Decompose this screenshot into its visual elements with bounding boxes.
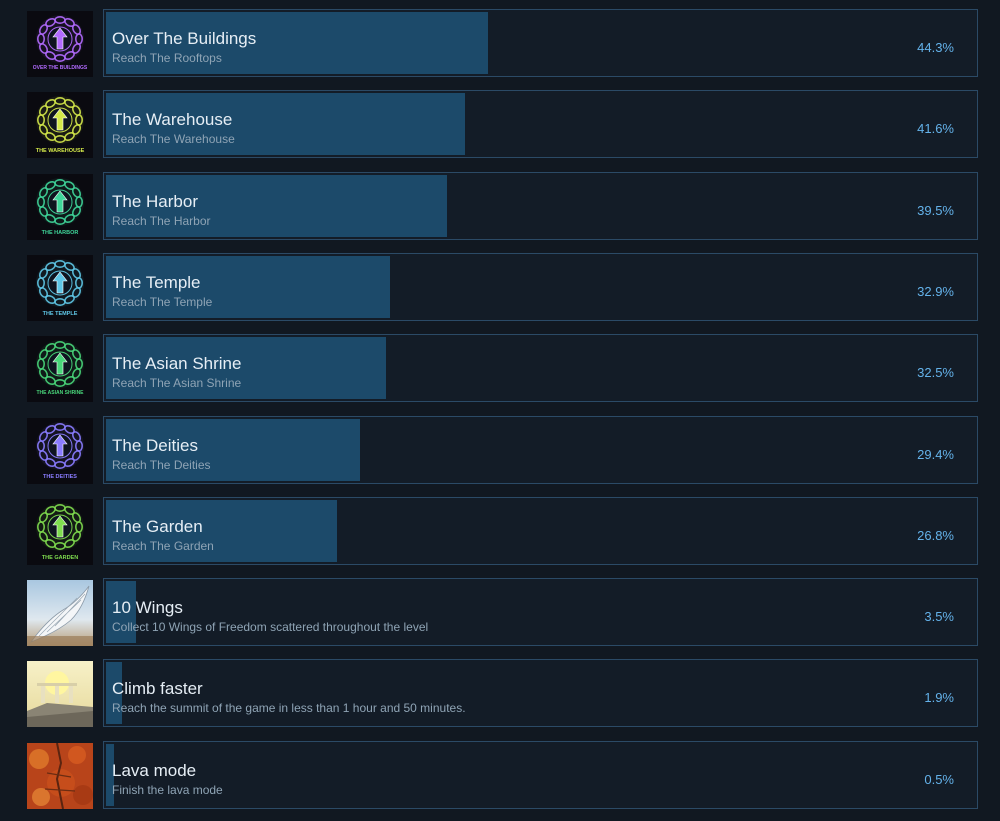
achievement-title: The Deities	[112, 436, 198, 455]
achievement-title: Over The Buildings	[112, 29, 257, 48]
achievement-title: The Garden	[112, 517, 203, 536]
achievement-list: OVER THE BUILDINGS Over The Buildings Rea…	[0, 0, 1000, 821]
achievement-panel: 10 Wings Collect 10 Wings of Freedom scat…	[103, 578, 978, 646]
the-asian-shrine-badge-icon: THE ASIAN SHRINE	[27, 336, 93, 402]
achievement-panel: The Harbor Reach The Harbor 39.5%	[103, 172, 978, 240]
achievement-title: The Warehouse	[112, 110, 233, 129]
svg-text:OVER THE BUILDINGS: OVER THE BUILDINGS	[33, 65, 88, 71]
unlock-percentage: 0.5%	[924, 772, 954, 787]
achievement-panel: The Warehouse Reach The Warehouse 41.6%	[103, 90, 978, 158]
svg-text:THE ASIAN SHRINE: THE ASIAN SHRINE	[36, 390, 84, 396]
achievement-row[interactable]: THE HARBOR The Harbor Reach The Harbor 39.…	[27, 172, 978, 240]
svg-text:THE HARBOR: THE HARBOR	[42, 230, 79, 236]
achievement-description: Reach The Temple	[112, 295, 213, 309]
achievement-description: Collect 10 Wings of Freedom scattered th…	[112, 620, 429, 634]
unlock-percentage: 32.9%	[917, 284, 954, 299]
svg-text:THE WAREHOUSE: THE WAREHOUSE	[36, 148, 85, 154]
svg-text:THE TEMPLE: THE TEMPLE	[43, 311, 78, 317]
achievement-panel: Lava mode Finish the lava mode 0.5%	[103, 741, 978, 809]
svg-text:THE DEITIES: THE DEITIES	[43, 474, 77, 480]
achievement-row[interactable]: THE DEITIES The Deities Reach The Deities…	[27, 416, 978, 484]
unlock-percentage: 39.5%	[917, 203, 954, 218]
achievement-row[interactable]: THE TEMPLE The Temple Reach The Temple 32.…	[27, 253, 978, 321]
achievement-row[interactable]: Lava mode Finish the lava mode 0.5%	[27, 741, 978, 809]
achievement-panel: Over The Buildings Reach The Rooftops 44.3…	[103, 9, 978, 77]
over-the-buildings-badge-icon: OVER THE BUILDINGS	[27, 11, 93, 77]
achievement-panel: The Deities Reach The Deities 29.4%	[103, 416, 978, 484]
unlock-percentage: 44.3%	[917, 40, 954, 55]
the-warehouse-badge-icon: THE WAREHOUSE	[27, 92, 93, 158]
achievement-row[interactable]: 10 Wings Collect 10 Wings of Freedom scat…	[27, 578, 978, 646]
achievement-title: Climb faster	[112, 679, 203, 698]
achievement-panel: The Temple Reach The Temple 32.9%	[103, 253, 978, 321]
achievement-description: Reach the summit of the game in less tha…	[112, 701, 466, 715]
achievement-row[interactable]: THE WAREHOUSE The Warehouse Reach The War…	[27, 90, 978, 158]
summit-sun-icon	[27, 661, 93, 727]
achievement-title: Lava mode	[112, 761, 197, 780]
unlock-percentage: 26.8%	[917, 528, 954, 543]
achievement-title: 10 Wings	[112, 598, 183, 617]
achievement-row[interactable]: Climb faster Reach the summit of the game…	[27, 659, 978, 727]
achievement-title: The Temple	[112, 273, 201, 292]
achievement-panel: Climb faster Reach the summit of the game…	[103, 659, 978, 727]
the-harbor-badge-icon: THE HARBOR	[27, 174, 93, 240]
achievement-title: The Harbor	[112, 192, 198, 211]
achievement-row[interactable]: THE GARDEN The Garden Reach The Garden 26.…	[27, 497, 978, 565]
achievement-description: Reach The Warehouse	[112, 132, 235, 146]
achievement-description: Reach The Deities	[112, 458, 211, 472]
unlock-percentage: 32.5%	[917, 365, 954, 380]
unlock-percentage: 3.5%	[924, 609, 954, 624]
achievement-description: Reach The Asian Shrine	[112, 376, 242, 390]
unlock-percentage: 41.6%	[917, 121, 954, 136]
achievement-description: Reach The Rooftops	[112, 51, 222, 65]
the-temple-badge-icon: THE TEMPLE	[27, 255, 93, 321]
the-garden-badge-icon: THE GARDEN	[27, 499, 93, 565]
achievement-panel: The Asian Shrine Reach The Asian Shrine 32…	[103, 334, 978, 402]
unlock-percentage: 1.9%	[924, 690, 954, 705]
wing-icon	[27, 580, 93, 646]
the-deities-badge-icon: THE DEITIES	[27, 418, 93, 484]
unlock-percentage: 29.4%	[917, 447, 954, 462]
achievement-description: Finish the lava mode	[112, 783, 223, 797]
achievement-row[interactable]: THE ASIAN SHRINE The Asian Shrine Reach T…	[27, 334, 978, 402]
svg-text:THE GARDEN: THE GARDEN	[42, 555, 78, 561]
achievement-row[interactable]: OVER THE BUILDINGS Over The Buildings Rea…	[27, 9, 978, 77]
achievement-title: The Asian Shrine	[112, 354, 242, 373]
achievement-description: Reach The Harbor	[112, 214, 211, 228]
achievement-panel: The Garden Reach The Garden 26.8%	[103, 497, 978, 565]
lava-icon	[27, 743, 93, 809]
achievement-description: Reach The Garden	[112, 539, 214, 553]
